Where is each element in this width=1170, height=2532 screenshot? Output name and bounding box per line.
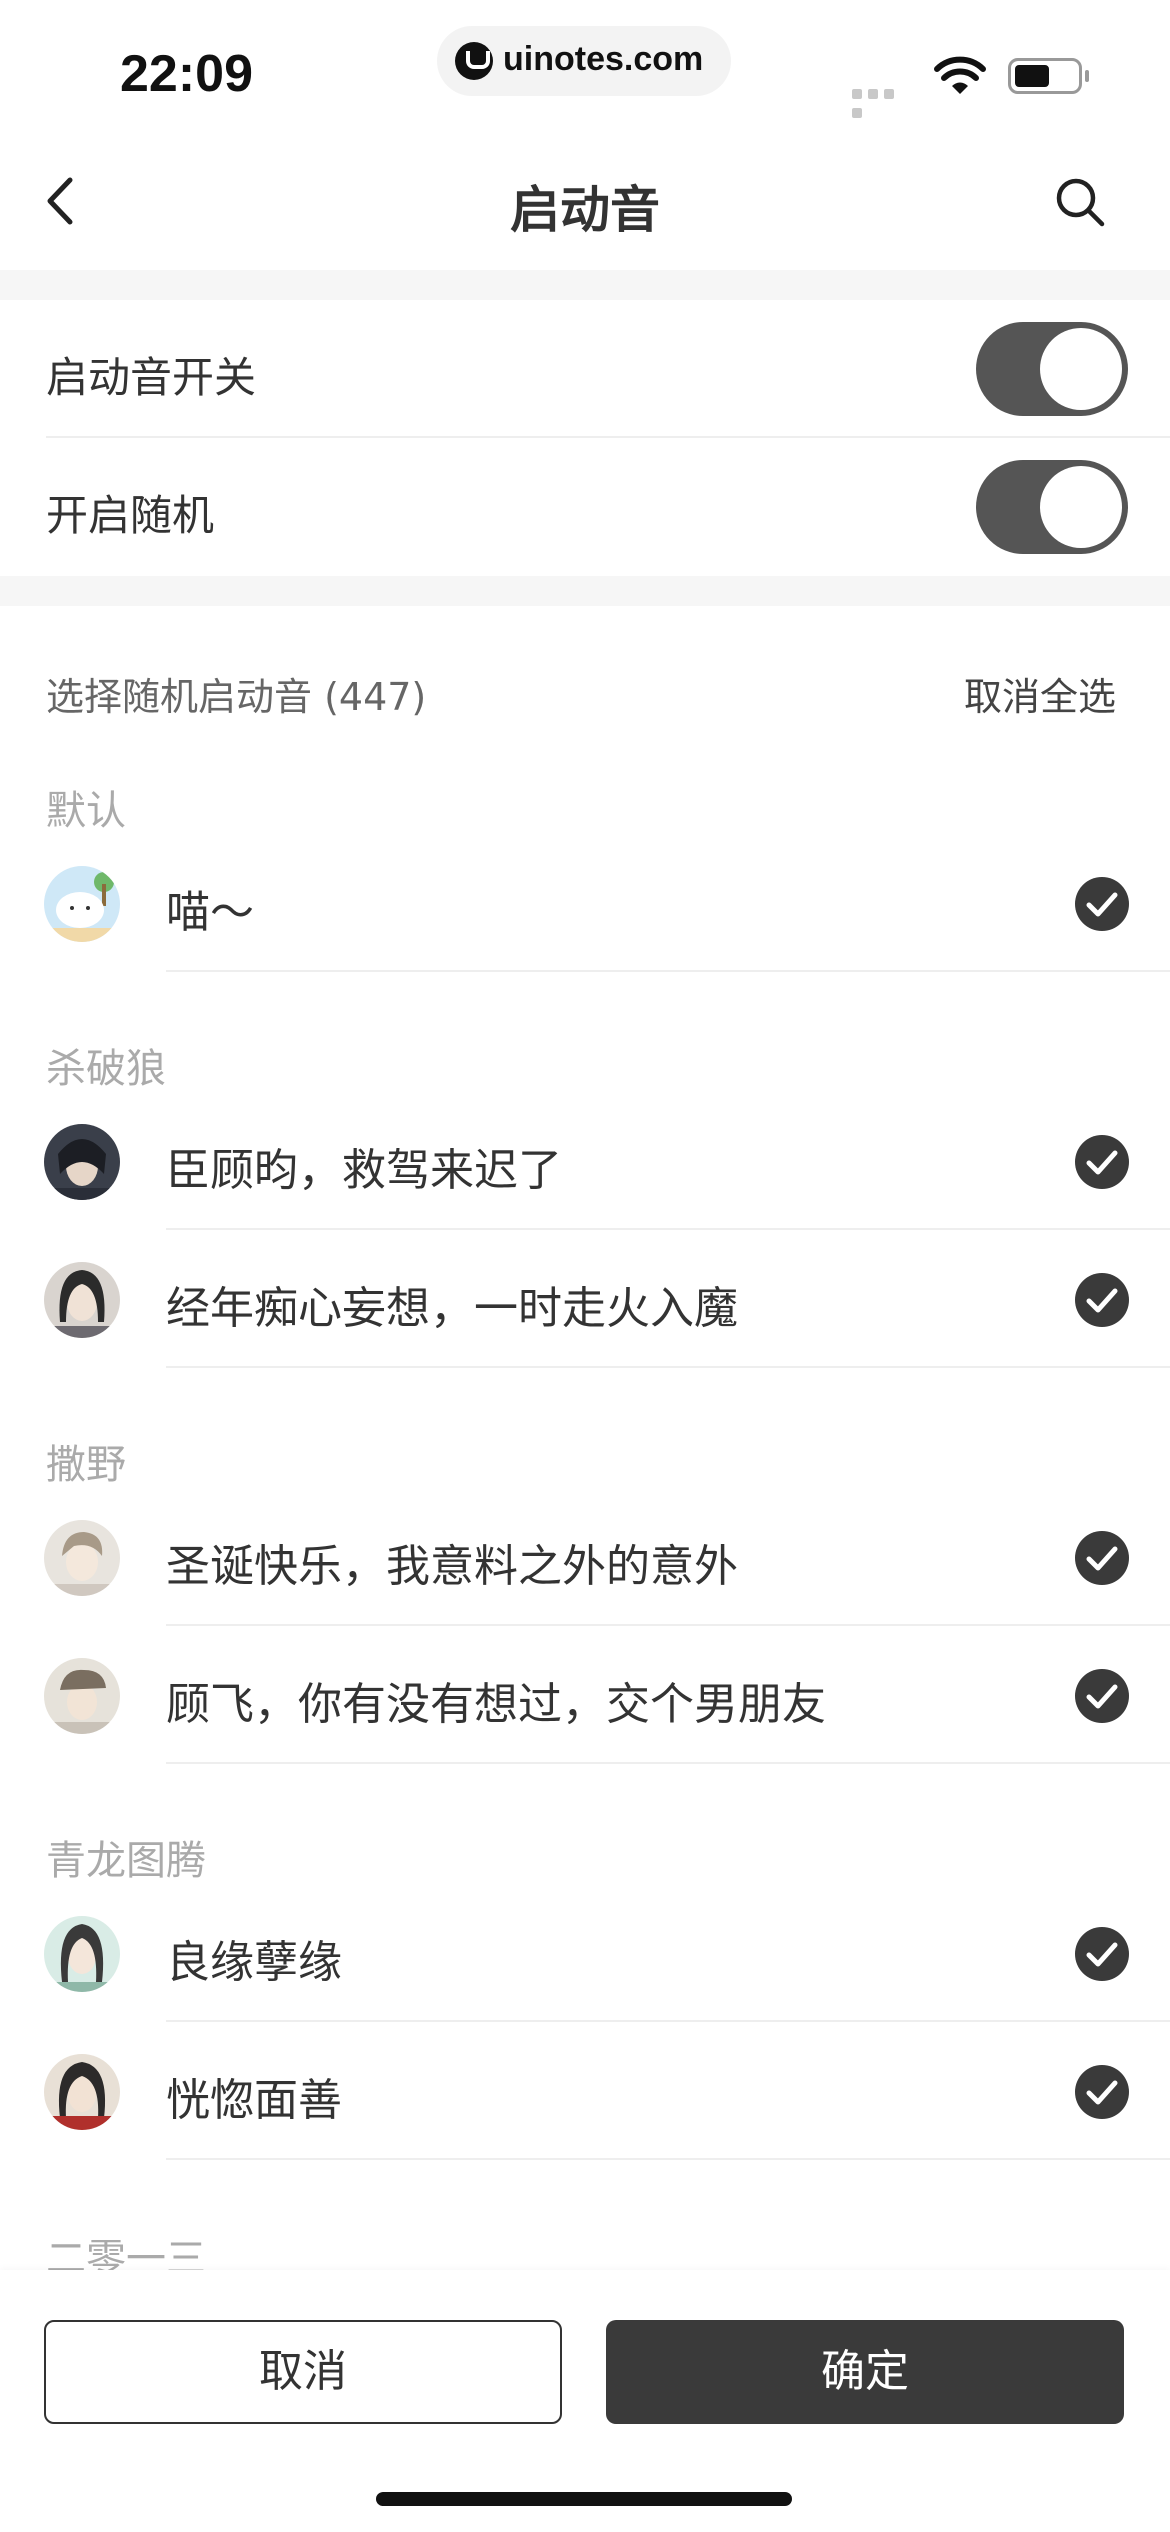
page-title: 启动音: [510, 181, 660, 239]
cellular-signal-icon: [852, 84, 914, 118]
list-item[interactable]: 喵～: [0, 834, 1170, 972]
url-pill: uinotes.com: [437, 26, 731, 96]
status-bar: 22:09 uinotes.com: [0, 0, 1170, 130]
toggle-label: 启动音开关: [46, 353, 257, 402]
wifi-icon: [934, 56, 986, 94]
list-item[interactable]: 恍惚面善: [0, 2022, 1170, 2160]
toggle-label: 开启随机: [46, 491, 215, 540]
check-icon[interactable]: [1074, 1668, 1130, 1724]
home-indicator: [376, 2492, 792, 2506]
divider: [166, 1762, 1170, 1764]
bottom-action-bar: 取消 确定: [0, 2270, 1170, 2532]
item-text: 圣诞快乐，我意料之外的意外: [166, 1541, 738, 1592]
site-logo-icon: [455, 42, 493, 80]
divider: [166, 1366, 1170, 1368]
toggle-row-startup-sound: 启动音开关: [0, 300, 1170, 438]
confirm-button[interactable]: 确定: [606, 2320, 1124, 2424]
selection-header: 选择随机启动音 (447): [46, 675, 427, 719]
cancel-button[interactable]: 取消: [44, 2320, 562, 2424]
group-title: 青龙图腾: [46, 1838, 206, 1884]
random-switch[interactable]: [976, 460, 1128, 554]
startup-sound-switch[interactable]: [976, 322, 1128, 416]
switch-knob: [1040, 466, 1122, 548]
check-icon[interactable]: [1074, 876, 1130, 932]
battery-cap: [1085, 70, 1089, 82]
item-text: 良缘孽缘: [166, 1937, 342, 1988]
group-title: 撒野: [46, 1442, 126, 1488]
avatar: [44, 2054, 120, 2130]
list-item[interactable]: 臣顾昀，救驾来迟了: [0, 1092, 1170, 1230]
list-item[interactable]: 圣诞快乐，我意料之外的意外: [0, 1488, 1170, 1626]
check-icon[interactable]: [1074, 1134, 1130, 1190]
item-text: 恍惚面善: [166, 2075, 342, 2126]
avatar: [44, 1916, 120, 1992]
item-text: 喵～: [166, 887, 254, 938]
check-icon[interactable]: [1074, 2064, 1130, 2120]
item-text: 经年痴心妄想，一时走火入魔: [166, 1283, 738, 1334]
avatar: [44, 1262, 120, 1338]
avatar: [44, 866, 120, 942]
avatar: [44, 1658, 120, 1734]
switch-knob: [1040, 328, 1122, 410]
search-icon[interactable]: [1054, 176, 1106, 228]
battery-icon: [1008, 58, 1082, 94]
group-title: 默认: [46, 788, 126, 834]
avatar: [44, 1124, 120, 1200]
deselect-all-button[interactable]: 取消全选: [964, 666, 1116, 721]
toggle-row-random: 开启随机: [0, 438, 1170, 576]
section-gap: [0, 270, 1170, 300]
list-item[interactable]: 经年痴心妄想，一时走火入魔: [0, 1230, 1170, 1368]
group-title: 杀破狼: [46, 1046, 166, 1092]
divider: [166, 970, 1170, 972]
status-time: 22:09: [120, 45, 253, 103]
url-text: uinotes.com: [503, 40, 704, 78]
check-icon[interactable]: [1074, 1530, 1130, 1586]
list-item[interactable]: 良缘孽缘: [0, 1884, 1170, 2022]
avatar: [44, 1520, 120, 1596]
check-icon[interactable]: [1074, 1926, 1130, 1982]
item-text: 顾飞，你有没有想过，交个男朋友: [166, 1679, 826, 1730]
divider: [166, 2158, 1170, 2160]
section-gap: [0, 576, 1170, 606]
list-item[interactable]: 顾飞，你有没有想过，交个男朋友: [0, 1626, 1170, 1764]
item-text: 臣顾昀，救驾来迟了: [166, 1145, 562, 1196]
nav-bar: 启动音: [0, 130, 1170, 270]
check-icon[interactable]: [1074, 1272, 1130, 1328]
